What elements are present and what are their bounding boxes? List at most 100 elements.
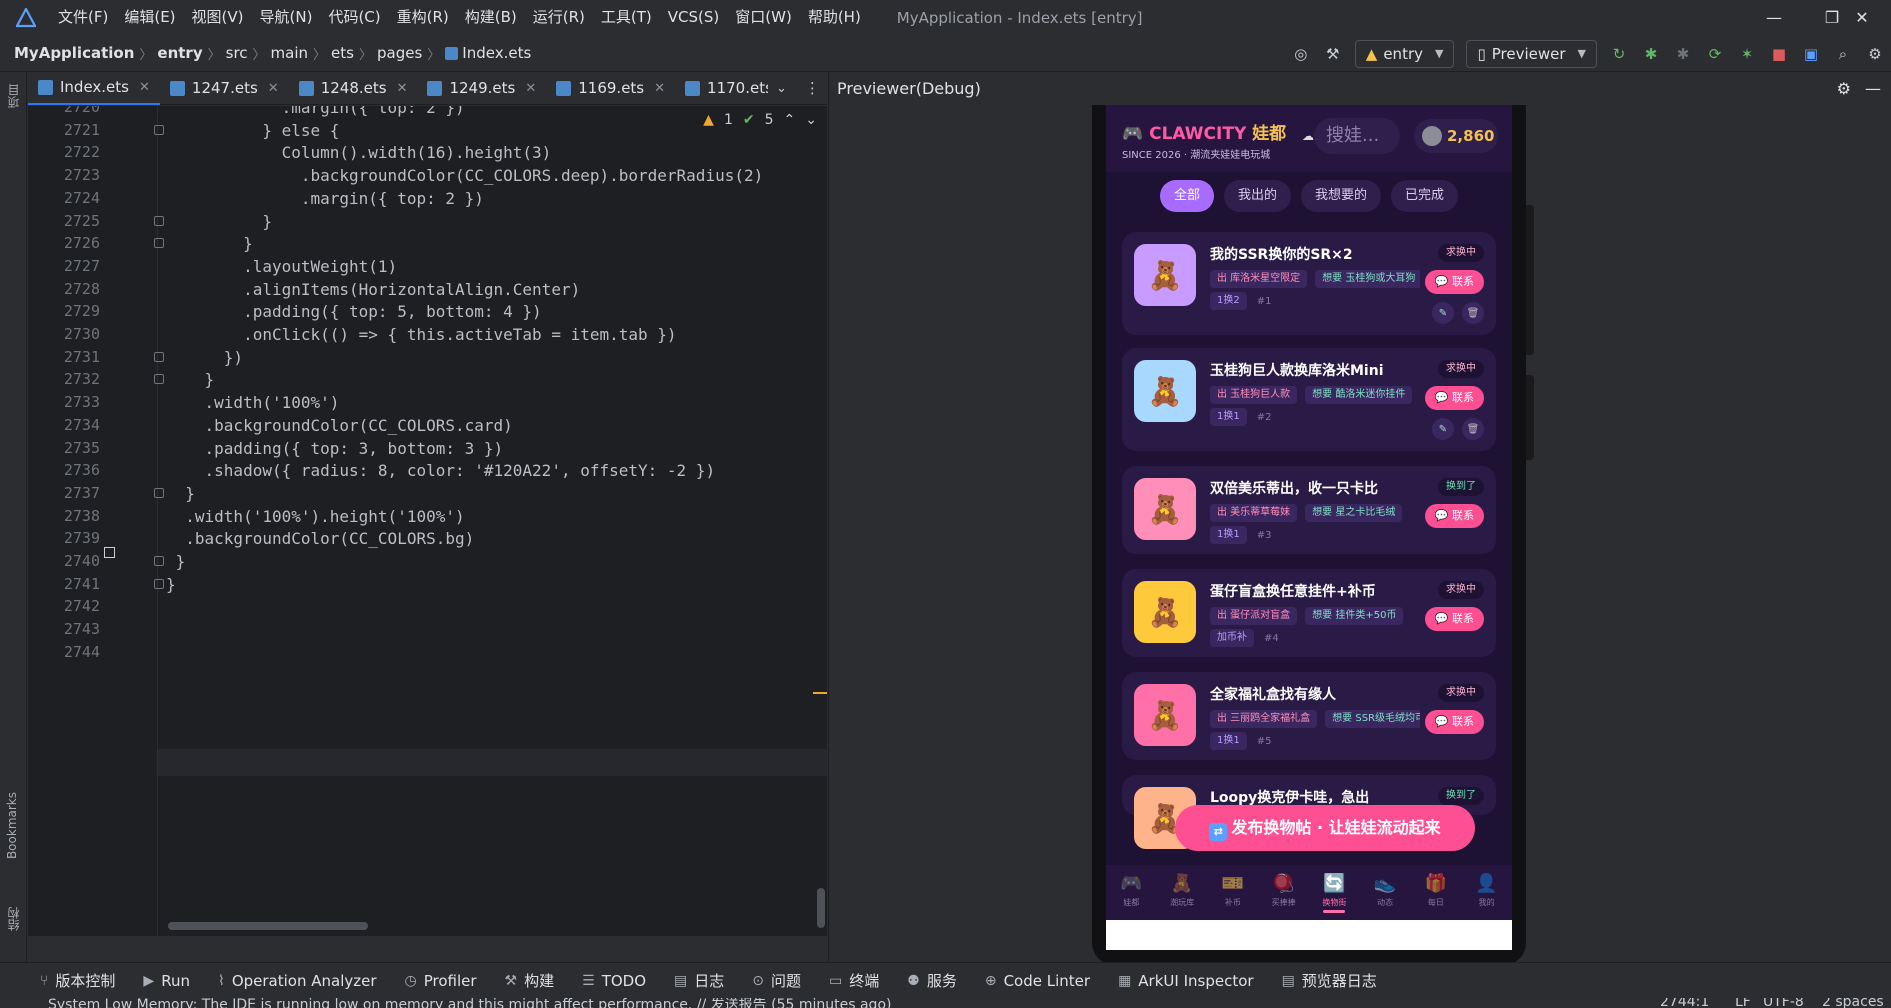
breakpoint-marker-icon[interactable] (104, 547, 115, 558)
structure-tool-button[interactable]: 结构 (5, 907, 22, 931)
stop-icon[interactable]: ■ (1766, 41, 1792, 67)
fold-marker-icon[interactable] (154, 215, 164, 226)
device-select[interactable]: ▯ Previewer ▼ (1466, 39, 1597, 68)
tool-window-button[interactable]: ▤ 日志 (674, 970, 724, 991)
menu-item[interactable]: 运行(R) (525, 0, 593, 35)
attach-debugger-icon[interactable]: ✱ (1670, 41, 1696, 67)
menu-item[interactable]: 编辑(E) (116, 0, 183, 35)
editor-tab[interactable]: 1249.ets ✕ (417, 72, 546, 105)
fold-marker-icon[interactable] (154, 578, 164, 589)
line-separator[interactable]: LF (1735, 998, 1751, 1008)
indent-setting[interactable]: 2 spaces (1822, 998, 1884, 1008)
target-icon[interactable]: ◎ (1288, 41, 1314, 67)
tool-window-button[interactable]: ▤ 预览器日志 (1282, 970, 1377, 991)
breadcrumb-item[interactable]: entry (157, 44, 202, 62)
breadcrumb-item[interactable]: pages (377, 44, 422, 62)
minimize-button[interactable]: — (1745, 0, 1803, 35)
breadcrumb-item[interactable]: ets (331, 44, 354, 62)
code-editor[interactable]: 2720 .margin({ top: 2 }) 2721 } else {272… (28, 106, 827, 936)
breadcrumb-item[interactable]: MyApplication (14, 44, 134, 62)
fold-marker-icon[interactable] (154, 556, 164, 566)
tool-window-button[interactable]: ▭ 终端 (829, 970, 879, 991)
menu-item[interactable]: 工具(T) (593, 0, 660, 35)
search-icon[interactable]: ⌕ (1830, 41, 1856, 67)
tool-window-button[interactable]: ⌇ Operation Analyzer (218, 972, 377, 990)
filter-chip[interactable]: 我出的 (1223, 180, 1291, 212)
fold-marker-icon[interactable] (154, 487, 164, 498)
publish-trade-button[interactable]: ⇄ 发布换物帖 · 让娃娃流动起来 (1175, 805, 1475, 851)
edit-icon[interactable]: ✎ (1432, 418, 1454, 440)
trade-card[interactable]: 🧸 蛋仔盲盒换任意挂件+补币 求换中出 蛋仔派对盲盒 想要 挂件类+50币 加币补 #4 💬… (1122, 569, 1496, 657)
reload-icon[interactable]: ⟳ (1702, 41, 1728, 67)
menu-item[interactable]: 重构(R) (389, 0, 457, 35)
tool-window-button[interactable]: ⚒ 构建 (505, 970, 555, 991)
app-tab-item[interactable]: 🎁 每日 (1411, 865, 1462, 920)
fold-marker-icon[interactable] (154, 374, 164, 385)
fold-marker-icon[interactable] (154, 124, 164, 135)
breadcrumb-item[interactable]: src (226, 44, 248, 62)
close-button[interactable]: ✕ (1833, 0, 1891, 35)
filter-chip[interactable]: 我想要的 (1301, 180, 1382, 212)
gear-icon[interactable]: ⚙ (1837, 79, 1851, 98)
trash-icon[interactable]: 🗑 (1462, 418, 1484, 440)
editor-tab[interactable]: 1170.ets✕ (675, 72, 768, 105)
app-tab-item[interactable]: 🪀 买捧捧 (1258, 865, 1309, 920)
gear-icon[interactable]: ⚙ (1862, 41, 1888, 67)
fold-marker-icon[interactable] (154, 238, 164, 249)
trade-card[interactable]: 🧸 双倍美乐蒂出，收一只卡比 换到了出 美乐蒂草莓妹 想要 星之卡比毛绒 1换1 #3 💬 … (1122, 466, 1496, 554)
inspection-widget[interactable]: ▲ 1 ✔ 5 ⌃ ⌄ (703, 112, 817, 128)
vertical-scrollbar[interactable] (817, 888, 825, 928)
menu-item[interactable]: 帮助(H) (800, 0, 869, 35)
tool-window-button[interactable]: ▶ Run (143, 972, 190, 990)
app-tab-item[interactable]: 🧸 潮玩库 (1157, 865, 1208, 920)
horizontal-scrollbar[interactable] (168, 922, 368, 930)
app-tab-item[interactable]: 🎮 娃都 (1106, 865, 1157, 920)
menu-item[interactable]: 代码(C) (320, 0, 388, 35)
contact-button[interactable]: 💬 联系 (1424, 270, 1484, 294)
close-icon[interactable]: ✕ (525, 81, 536, 96)
status-message[interactable]: System Low Memory: The IDE is running lo… (48, 998, 891, 1008)
profile-icon[interactable]: ✶ (1734, 41, 1760, 67)
module-select[interactable]: ▲ entry ▼ (1354, 39, 1455, 68)
app-tab-item[interactable]: 👤 我的 (1461, 865, 1512, 920)
close-icon[interactable]: ✕ (268, 81, 279, 96)
app-tab-item[interactable]: 👟 动态 (1360, 865, 1411, 920)
editor-tab[interactable]: 1169.ets ✕ (546, 72, 675, 105)
filter-chip[interactable]: 全部 (1159, 180, 1214, 212)
bookmarks-tool-button[interactable]: Bookmarks (5, 792, 19, 859)
warning-stripe-marker[interactable] (813, 692, 827, 694)
tool-window-button[interactable]: ⊕ Code Linter (985, 972, 1090, 990)
tab-list-chevron-icon[interactable]: ⌄ (776, 81, 787, 96)
menu-item[interactable]: 导航(N) (252, 0, 321, 35)
menu-item[interactable]: 窗口(W) (727, 0, 800, 35)
trade-card[interactable]: 🧸 全家福礼盒找有缘人 求换中出 三丽鸥全家福礼盒 想要 SSR级毛绒均可 1换1 #5 💬… (1122, 672, 1496, 760)
trash-icon[interactable]: 🗑 (1462, 302, 1484, 324)
breadcrumb-item[interactable]: Index.ets (462, 44, 531, 62)
edit-icon[interactable]: ✎ (1432, 302, 1454, 324)
rerun-icon[interactable]: ↻ (1606, 41, 1632, 67)
tool-window-button[interactable]: ☰ TODO (582, 972, 646, 990)
close-icon[interactable]: ✕ (654, 81, 665, 96)
contact-button[interactable]: 💬 联系 (1424, 504, 1484, 528)
trade-card[interactable]: 🧸 玉桂狗巨人款换库洛米Mini 求换中出 玉桂狗巨人款 想要 酷洛米迷你挂件 1换1 #… (1122, 348, 1496, 451)
caret-position[interactable]: 2744:1 (1660, 998, 1709, 1008)
menu-item[interactable]: 视图(V) (184, 0, 252, 35)
tool-window-button[interactable]: ◷ Profiler (405, 972, 477, 990)
breadcrumb-item[interactable]: main (271, 44, 308, 62)
tool-window-button[interactable]: ⊙ 问题 (752, 970, 801, 991)
menu-item[interactable]: VCS(S) (660, 0, 727, 35)
editor-tab[interactable]: 1248.ets ✕ (289, 72, 418, 105)
tool-window-button[interactable]: ⚉ 服务 (907, 970, 957, 991)
device-manager-icon[interactable]: ▣ (1798, 41, 1824, 67)
next-highlight-icon[interactable]: ⌄ (805, 112, 817, 128)
more-options-icon[interactable]: ⋮ (805, 79, 820, 97)
contact-button[interactable]: 💬 联系 (1424, 607, 1484, 631)
hide-panel-icon[interactable]: — (1865, 79, 1881, 98)
menu-item[interactable]: 文件(F) (50, 0, 116, 35)
tool-window-button[interactable]: ▦ ArkUI Inspector (1118, 972, 1254, 990)
close-icon[interactable]: ✕ (397, 81, 408, 96)
hammer-icon[interactable]: ⚒ (1320, 41, 1346, 67)
trade-card[interactable]: 🧸 我的SSR换你的SR×2 求换中出 库洛米星空限定 想要 玉桂狗或大耳狗 1换2 #1… (1122, 232, 1496, 335)
contact-button[interactable]: 💬 联系 (1424, 710, 1484, 734)
close-icon[interactable]: ✕ (139, 80, 150, 95)
